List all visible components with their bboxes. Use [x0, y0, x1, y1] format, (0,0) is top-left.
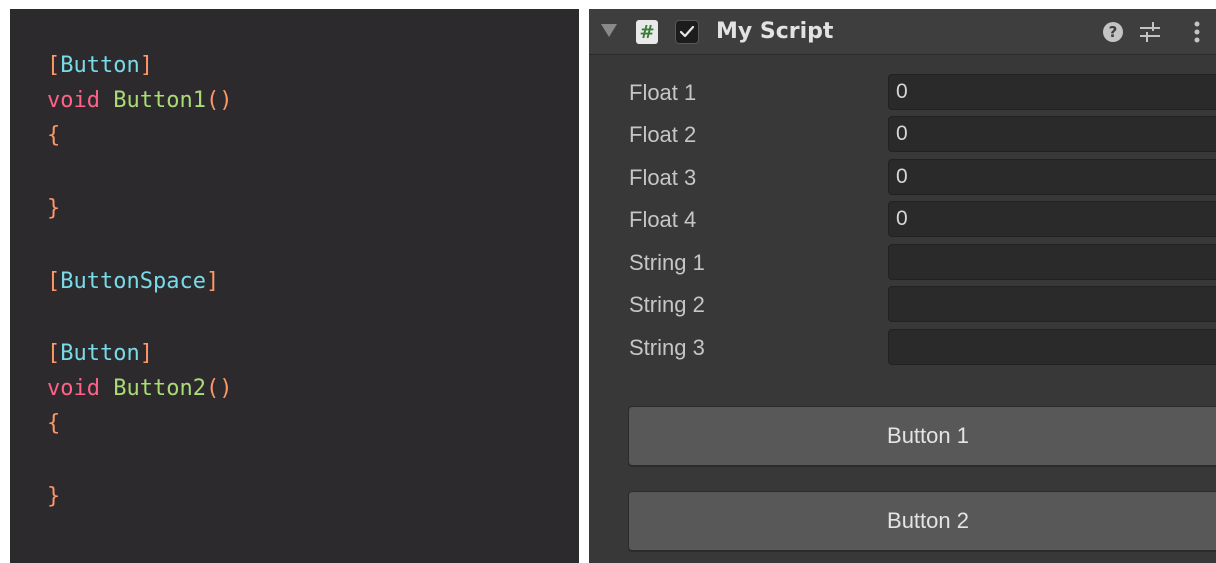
keyword-void: void: [47, 376, 100, 401]
field-label-string-1: String 1: [629, 250, 705, 275]
code-line-attribute: [Button]: [47, 339, 153, 369]
attribute-open-bracket: [: [47, 341, 61, 366]
component-title: My Script: [716, 19, 834, 44]
code-editor-panel[interactable]: [Button] void Button1() { } [ButtonSpace…: [10, 9, 579, 563]
attribute-close-bracket: ]: [139, 341, 153, 366]
field-label-float-1: Float 1: [629, 80, 697, 105]
method-parens: (): [205, 88, 233, 113]
field-label-float-2: Float 2: [629, 122, 697, 147]
component-header[interactable]: # My Script ?: [589, 9, 1216, 55]
field-label-string-3: String 3: [629, 335, 705, 360]
field-label-string-2: String 2: [629, 292, 705, 317]
help-icon[interactable]: ?: [1103, 22, 1123, 42]
code-line-open-brace: {: [47, 411, 61, 436]
float-4-field[interactable]: 0: [888, 201, 1216, 237]
attribute-name: ButtonSpace: [60, 269, 206, 294]
presets-icon[interactable]: [1138, 19, 1162, 45]
string-2-field[interactable]: [888, 286, 1216, 322]
attribute-open-bracket: [: [47, 53, 61, 78]
kebab-menu-icon[interactable]: [1193, 19, 1201, 45]
button-1[interactable]: Button 1: [628, 406, 1216, 466]
attribute-name: Button: [60, 341, 140, 366]
float-3-field[interactable]: 0: [888, 159, 1216, 195]
code-line-attribute: [ButtonSpace]: [47, 267, 219, 297]
method-name: Button1: [113, 88, 206, 113]
foldout-arrow-icon[interactable]: [601, 24, 617, 37]
field-label-float-4: Float 4: [629, 207, 697, 232]
attribute-close-bracket: ]: [205, 269, 220, 294]
code-line-method-signature: void Button1(): [47, 86, 232, 116]
attribute-close-bracket: ]: [139, 53, 153, 78]
script-icon: #: [636, 20, 658, 44]
string-1-field[interactable]: [888, 244, 1216, 280]
attribute-open-bracket: [: [47, 269, 61, 294]
inspector-panel: # My Script ? Float 1 0 Float 2 0 Float …: [589, 9, 1216, 563]
keyword-void: void: [47, 88, 100, 113]
code-line-attribute: [Button]: [47, 51, 153, 81]
method-name: Button2: [113, 376, 206, 401]
field-label-float-3: Float 3: [629, 165, 697, 190]
code-line-open-brace: {: [47, 123, 61, 148]
button-2[interactable]: Button 2: [628, 491, 1216, 551]
float-1-field[interactable]: 0: [888, 74, 1216, 110]
string-3-field[interactable]: [888, 329, 1216, 365]
method-parens: (): [205, 376, 233, 401]
attribute-name: Button: [60, 53, 140, 78]
code-line-close-brace: }: [47, 484, 61, 509]
float-2-field[interactable]: 0: [888, 116, 1216, 152]
code-line-close-brace: }: [47, 196, 61, 221]
checkmark-icon: [679, 25, 695, 38]
code-line-method-signature: void Button2(): [47, 374, 232, 404]
component-enabled-checkbox[interactable]: [675, 20, 699, 44]
